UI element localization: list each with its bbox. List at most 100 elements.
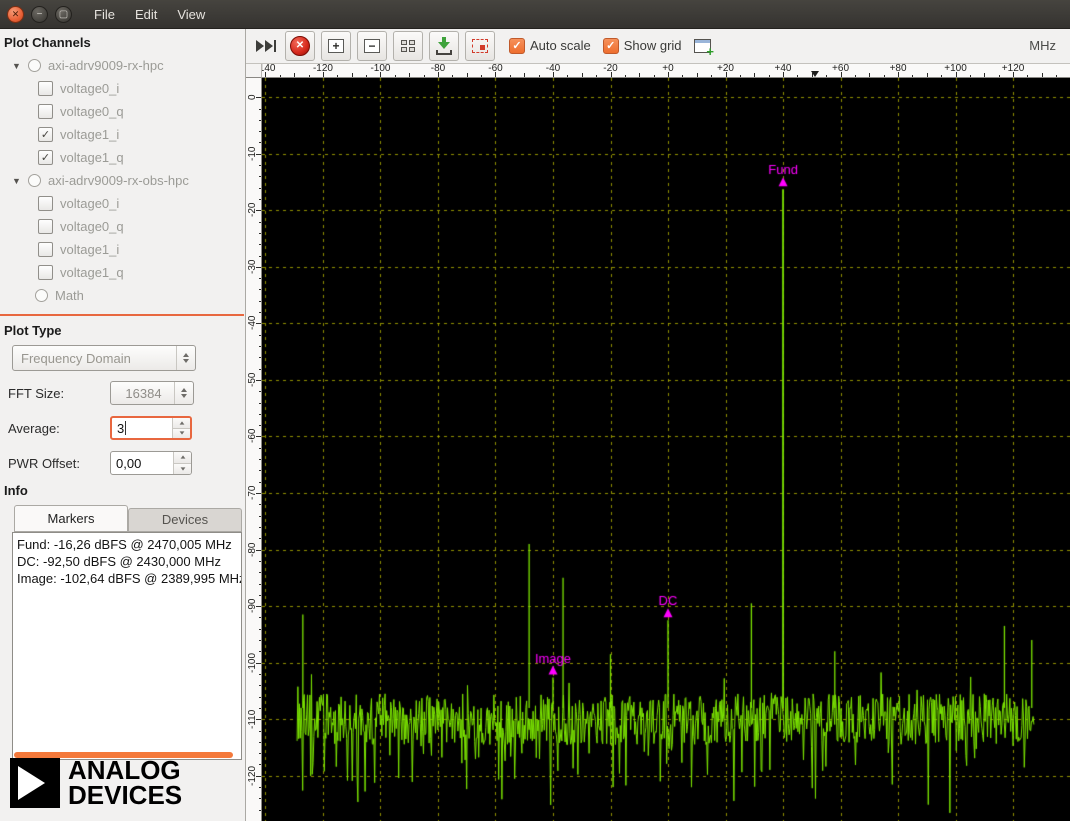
marker-selection-button[interactable] <box>465 31 495 61</box>
stop-capture-button[interactable]: ✕ <box>285 31 315 61</box>
ruler-tick-label: +20 <box>717 64 734 74</box>
ruler-tick <box>826 75 827 77</box>
tree-math-row[interactable]: Math <box>0 284 245 307</box>
fft-size-label: FFT Size: <box>8 386 110 401</box>
channel-checkbox[interactable]: ✓ <box>38 150 53 165</box>
ruler-tick <box>582 73 583 77</box>
titlebar: ✕ − ▢ File Edit View <box>0 0 1070 29</box>
marker-info-line-image: Image: -102,64 dBFS @ 2389,995 MHz <box>17 570 237 587</box>
channel-checkbox[interactable] <box>38 265 53 280</box>
save-icon <box>436 37 452 55</box>
ruler-tick <box>259 233 261 234</box>
tab-devices[interactable]: Devices <box>128 508 242 531</box>
spin-up-button[interactable] <box>173 418 190 428</box>
maximize-button[interactable]: ▢ <box>55 6 72 23</box>
marker-info-textview[interactable]: Fund: -16,26 dBFS @ 2470,005 MHz DC: -92… <box>12 532 242 760</box>
pwr-offset-value: 0,00 <box>111 456 141 471</box>
auto-scale-checkbox[interactable]: ✓ <box>509 38 525 54</box>
tree-device-row[interactable]: ▼ axi-adrv9009-rx-hpc <box>0 54 245 77</box>
stop-icon: ✕ <box>290 36 310 56</box>
ruler-tick-label: -50 <box>246 363 260 397</box>
math-radio-icon[interactable] <box>35 289 48 302</box>
tree-channel-row[interactable]: ✓voltage1_q <box>0 146 245 169</box>
ruler-tick <box>625 75 626 77</box>
ruler-tick <box>259 120 261 121</box>
ruler-tick <box>309 75 310 77</box>
channel-checkbox[interactable] <box>38 242 53 257</box>
ruler-tick <box>259 629 261 630</box>
tree-channel-row[interactable]: voltage0_q <box>0 215 245 238</box>
device-label: axi-adrv9009-rx-hpc <box>48 58 164 73</box>
ruler-tick <box>912 75 913 77</box>
menu-view[interactable]: View <box>167 0 215 28</box>
ruler-tick <box>337 75 338 77</box>
info-tabs: Markers Devices <box>14 505 242 532</box>
average-spinbox[interactable]: 3 <box>110 416 192 440</box>
ruler-tick <box>259 414 261 415</box>
channel-checkbox[interactable] <box>38 81 53 96</box>
zoom-out-button[interactable]: − <box>357 31 387 61</box>
tree-channel-row[interactable]: voltage1_i <box>0 238 245 261</box>
tree-channel-row[interactable]: voltage0_i <box>0 77 245 100</box>
device-radio-icon[interactable] <box>28 59 41 72</box>
show-grid-checkbox[interactable]: ✓ <box>603 38 619 54</box>
channel-label: voltage0_i <box>60 196 119 211</box>
text-caret <box>125 421 126 435</box>
new-plot-button[interactable]: + <box>686 32 714 60</box>
channel-checkbox[interactable]: ✓ <box>38 127 53 142</box>
ruler-corner <box>246 64 262 78</box>
info-title: Info <box>0 476 245 500</box>
spin-up-icon <box>180 456 185 459</box>
spin-down-button[interactable] <box>173 428 190 439</box>
combo-arrows-icon <box>176 346 195 370</box>
channel-label: voltage1_q <box>60 265 124 280</box>
ruler-tick-label: -80 <box>246 533 260 567</box>
pwr-offset-spinbox[interactable]: 0,00 <box>110 451 192 475</box>
fft-size-combo[interactable]: 16384 <box>110 381 194 405</box>
pwr-offset-label: PWR Offset: <box>8 456 110 471</box>
ruler-tick-label: -120 <box>313 64 333 74</box>
plot-type-combo[interactable]: Frequency Domain <box>12 345 196 371</box>
capture-play-button[interactable] <box>252 32 280 60</box>
ruler-tick <box>259 188 261 189</box>
menu-edit[interactable]: Edit <box>125 0 167 28</box>
plot-toolbar: ✕ + − ✓ Auto scale ✓ Show grid + <box>246 28 1070 64</box>
expander-icon[interactable]: ▼ <box>12 176 23 186</box>
tree-channel-row[interactable]: voltage0_q <box>0 100 245 123</box>
menu-file[interactable]: File <box>84 0 125 28</box>
tree-channel-row[interactable]: voltage0_i <box>0 192 245 215</box>
tab-markers[interactable]: Markers <box>14 505 128 531</box>
ruler-tick <box>510 75 511 77</box>
expander-icon[interactable]: ▼ <box>12 61 23 71</box>
spin-up-button[interactable] <box>174 452 191 463</box>
spectrum-plot-canvas[interactable] <box>262 78 1070 821</box>
adi-logo-text: ANALOG DEVICES <box>68 758 182 808</box>
minimize-icon: − <box>37 9 43 20</box>
close-button[interactable]: ✕ <box>7 6 24 23</box>
channel-checkbox[interactable] <box>38 196 53 211</box>
save-plot-button[interactable] <box>429 31 459 61</box>
ruler-tick <box>259 357 261 358</box>
ruler-tick <box>259 798 261 799</box>
ruler-tick <box>259 301 261 302</box>
device-radio-icon[interactable] <box>28 174 41 187</box>
ruler-tick-label: 0 <box>246 80 260 114</box>
tree-channel-row[interactable]: ✓voltage1_i <box>0 123 245 146</box>
adi-logo-line2: DEVICES <box>68 783 182 808</box>
marker-info-line-dc: DC: -92,50 dBFS @ 2430,000 MHz <box>17 553 237 570</box>
iio-oscilloscope-window: ✕ − ▢ File Edit View Plot Channels ▼axi-… <box>0 0 1070 821</box>
spin-down-button[interactable] <box>174 463 191 475</box>
ruler-tick <box>941 75 942 77</box>
channel-checkbox[interactable] <box>38 219 53 234</box>
tree-channel-row[interactable]: voltage1_q <box>0 261 245 284</box>
ruler-tick <box>697 73 698 77</box>
sidebar-panel: Plot Channels ▼axi-adrv9009-rx-hpcvoltag… <box>0 28 246 821</box>
zoom-fit-button[interactable] <box>393 31 423 61</box>
zoom-in-button[interactable]: + <box>321 31 351 61</box>
channel-checkbox[interactable] <box>38 104 53 119</box>
tree-device-row[interactable]: ▼axi-adrv9009-rx-obs-hpc <box>0 169 245 192</box>
ruler-tick <box>639 73 640 77</box>
minimize-button[interactable]: − <box>31 6 48 23</box>
analog-devices-logo: ANALOG DEVICES <box>10 758 182 808</box>
channel-label: voltage0_i <box>60 81 119 96</box>
